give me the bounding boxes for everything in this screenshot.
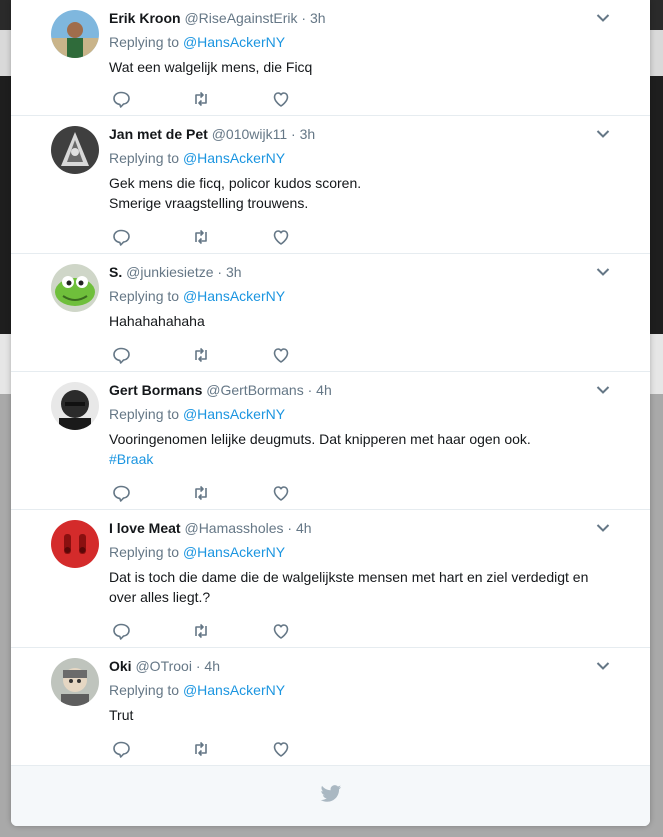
avatar[interactable] <box>51 520 99 568</box>
author-name[interactable]: Erik Kroon <box>109 10 181 26</box>
replying-label: Replying to <box>109 544 180 560</box>
replying-label: Replying to <box>109 150 180 166</box>
chevron-down-icon[interactable] <box>596 267 610 277</box>
tweet-text-line: Dat is toch die dame die de walgelijkste… <box>109 569 589 585</box>
reply-tweet[interactable]: Gert Bormans @GertBormans · 4h Replying … <box>11 372 650 510</box>
tweet-text: Wat een walgelijk mens, die Ficq <box>109 57 630 77</box>
author-handle[interactable]: @010wijk11 <box>212 126 287 142</box>
heart-icon[interactable] <box>271 345 291 365</box>
replying-label: Replying to <box>109 682 180 698</box>
tweet-text-line: Hahahahahaha <box>109 313 205 329</box>
reply-tweet[interactable]: Erik Kroon @RiseAgainstErik · 3h Replyin… <box>11 0 650 116</box>
tweet-time[interactable]: 4h <box>316 382 332 398</box>
avatar[interactable] <box>51 658 99 706</box>
author-handle[interactable]: @RiseAgainstErik <box>184 10 297 26</box>
author-handle[interactable]: @OTrooi <box>135 658 191 674</box>
author-handle[interactable]: @Hamassholes <box>184 520 283 536</box>
reply-icon[interactable] <box>111 739 131 759</box>
replying-label: Replying to <box>109 34 180 50</box>
tweet-text: Trut <box>109 705 630 725</box>
avatar[interactable] <box>51 382 99 430</box>
retweet-icon[interactable] <box>191 739 211 759</box>
replying-to-link[interactable]: @HansAckerNY <box>183 34 285 50</box>
tweet-text: Vooringenomen lelijke deugmuts. Dat knip… <box>109 429 630 469</box>
chevron-down-icon[interactable] <box>596 13 610 23</box>
chevron-down-icon[interactable] <box>596 385 610 395</box>
tweet-text-line: over alles liegt.? <box>109 589 211 605</box>
retweet-icon[interactable] <box>191 621 211 641</box>
replying-label: Replying to <box>109 406 180 422</box>
chevron-down-icon[interactable] <box>596 661 610 671</box>
reply-icon[interactable] <box>111 89 131 109</box>
replying-to-link[interactable]: @HansAckerNY <box>183 406 285 422</box>
tweet-text: Hahahahahaha <box>109 311 630 331</box>
reply-icon[interactable] <box>111 345 131 365</box>
reply-icon[interactable] <box>111 483 131 503</box>
author-name[interactable]: I love Meat <box>109 520 181 536</box>
retweet-icon[interactable] <box>191 483 211 503</box>
tweet-text-line: Vooringenomen lelijke deugmuts. Dat knip… <box>109 431 531 447</box>
twitter-bird-icon <box>320 785 342 802</box>
author-handle[interactable]: @GertBormans <box>206 382 303 398</box>
separator-dot: · <box>301 10 307 26</box>
chevron-down-icon[interactable] <box>596 129 610 139</box>
replies-panel: Erik Kroon @RiseAgainstErik · 3h Replyin… <box>11 0 650 826</box>
retweet-icon[interactable] <box>191 227 211 247</box>
retweet-icon[interactable] <box>191 345 211 365</box>
tweet-time[interactable]: 3h <box>310 10 326 26</box>
separator-dot: · <box>291 126 296 142</box>
separator-dot: · <box>287 520 293 536</box>
reply-tweet[interactable]: S. @junkiesietze · 3h Replying to @HansA… <box>11 254 650 372</box>
replying-to-link[interactable]: @HansAckerNY <box>183 544 285 560</box>
avatar[interactable] <box>51 264 99 312</box>
replying-to-link[interactable]: @HansAckerNY <box>183 682 285 698</box>
author-name[interactable]: Oki <box>109 658 132 674</box>
separator-dot: · <box>307 382 313 398</box>
tweet-time[interactable]: 3h <box>226 264 242 280</box>
heart-icon[interactable] <box>271 89 291 109</box>
author-name[interactable]: Gert Bormans <box>109 382 202 398</box>
reply-icon[interactable] <box>111 621 131 641</box>
separator-dot: · <box>217 264 223 280</box>
author-handle[interactable]: @junkiesietze <box>126 264 213 280</box>
retweet-icon[interactable] <box>191 89 211 109</box>
replying-label: Replying to <box>109 288 180 304</box>
chevron-down-icon[interactable] <box>596 523 610 533</box>
separator-dot: · <box>195 658 201 674</box>
heart-icon[interactable] <box>271 227 291 247</box>
tweet-text-line: Trut <box>109 707 134 723</box>
tweet-text: Gek mens die ficq, policor kudos scoren.… <box>109 173 630 213</box>
tweet-time[interactable]: 4h <box>204 658 220 674</box>
hashtag-link[interactable]: #Braak <box>109 449 630 469</box>
tweet-time[interactable]: 4h <box>296 520 312 536</box>
dialog-footer <box>11 766 650 826</box>
tweet-text-line: Wat een walgelijk mens, die Ficq <box>109 59 313 75</box>
tweet-time[interactable]: 3h <box>300 126 316 142</box>
author-name[interactable]: S. <box>109 264 122 280</box>
heart-icon[interactable] <box>271 621 291 641</box>
reply-icon[interactable] <box>111 227 131 247</box>
avatar[interactable] <box>51 10 99 58</box>
replying-to-link[interactable]: @HansAckerNY <box>183 150 285 166</box>
reply-tweet[interactable]: Oki @OTrooi · 4h Replying to @HansAckerN… <box>11 648 650 766</box>
tweet-text-line: Smerige vraagstelling trouwens. <box>109 195 309 211</box>
replying-to-link[interactable]: @HansAckerNY <box>183 288 285 304</box>
tweet-text-line: Gek mens die ficq, policor kudos scoren. <box>109 175 362 191</box>
reply-tweet[interactable]: I love Meat @Hamassholes · 4h Replying t… <box>11 510 650 648</box>
heart-icon[interactable] <box>271 483 291 503</box>
tweet-text: Dat is toch die dame die de walgelijkste… <box>109 567 630 607</box>
author-name[interactable]: Jan met de Pet <box>109 126 208 142</box>
heart-icon[interactable] <box>271 739 291 759</box>
reply-tweet[interactable]: Jan met de Pet @010wijk11 · 3h Replying … <box>11 116 650 254</box>
avatar[interactable] <box>51 126 99 174</box>
